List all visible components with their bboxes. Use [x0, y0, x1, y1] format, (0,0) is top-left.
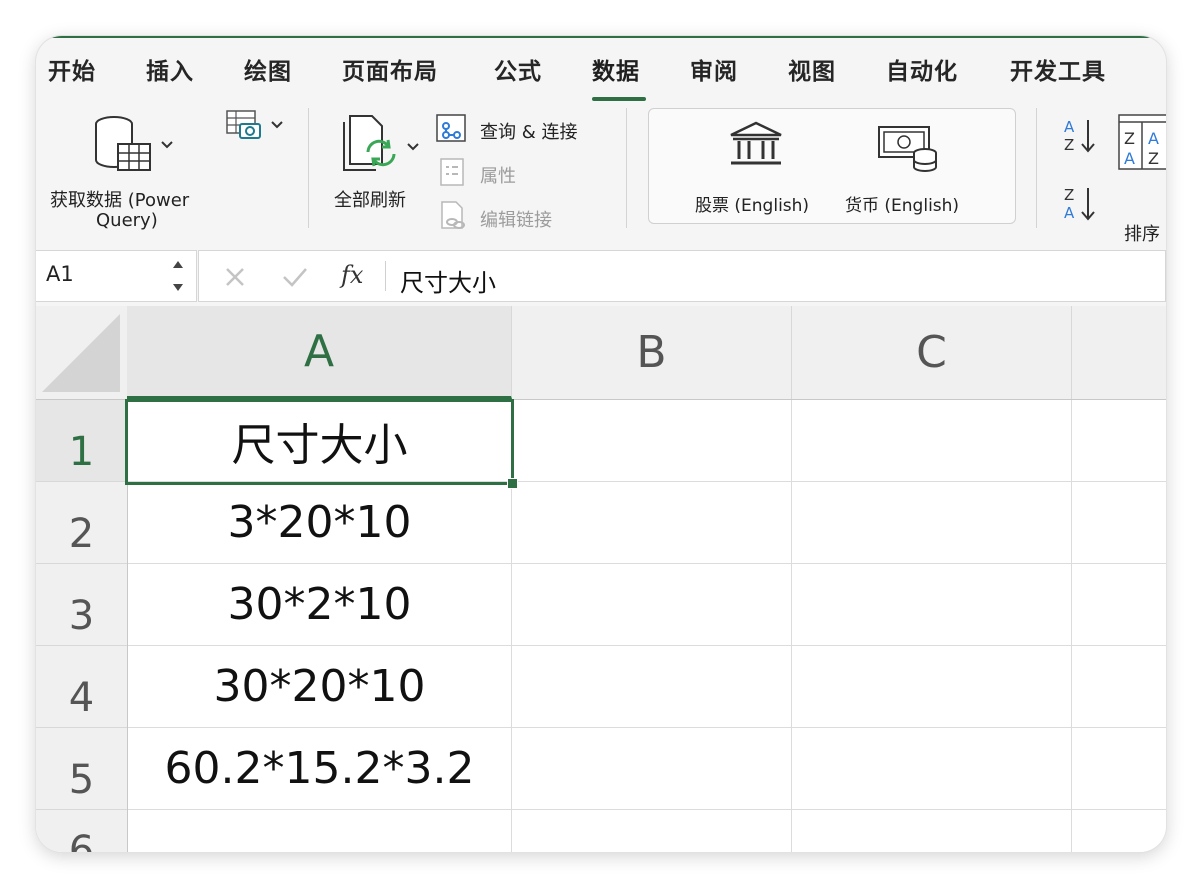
get-data-label-2: Query)	[96, 210, 158, 231]
sort-label: 排序	[1124, 224, 1160, 245]
column-header-d[interactable]	[1072, 306, 1166, 399]
select-all-triangle-icon	[42, 314, 120, 392]
properties-label: 属性	[480, 166, 516, 187]
cell-a3[interactable]: 30*2*10	[128, 564, 512, 646]
cancel-x-icon[interactable]	[223, 265, 247, 289]
queries-connections-label: 查询 & 连接	[480, 122, 578, 143]
svg-text:Z: Z	[1124, 129, 1135, 148]
name-box[interactable]: A1	[36, 250, 197, 302]
ribbon-tab-bar: 开始 插入 绘图 页面布局 公式 数据 审阅 视图 自动化 开发工具	[36, 46, 1166, 101]
queries-connections-icon	[436, 114, 466, 142]
active-tab-indicator	[592, 97, 646, 101]
svg-text:A: A	[1064, 118, 1075, 136]
window-accent-line	[36, 36, 1166, 38]
column-header-a[interactable]: A	[127, 306, 512, 399]
cell-c6[interactable]	[792, 810, 1072, 852]
sort-a-z-icon: A Z	[1064, 118, 1095, 154]
database-icon	[95, 116, 151, 171]
ribbon-divider	[308, 108, 309, 228]
name-box-value: A1	[46, 262, 74, 286]
tab-developer[interactable]: 开发工具	[1010, 52, 1106, 86]
refresh-document-icon	[343, 115, 396, 171]
cell-d5[interactable]	[1072, 728, 1166, 810]
worksheet-grid: A B C 1 2 3 4 5 6 尺寸大小 3*20*10 30*2*10 3…	[36, 306, 1166, 852]
get-data-label: 获取数据 (Power	[50, 190, 190, 211]
tab-data[interactable]: 数据	[592, 52, 640, 86]
cell-b2[interactable]	[512, 482, 792, 564]
tab-review[interactable]: 审阅	[690, 52, 738, 86]
ribbon-data-panel: 获取数据 (Power Query) 全部刷新 查询 & 连接 属性 编辑链接 …	[36, 102, 1166, 245]
svg-text:Z: Z	[1064, 136, 1074, 154]
svg-text:A: A	[1148, 129, 1159, 148]
fx-icon[interactable]: fx	[341, 261, 363, 289]
cell-a5[interactable]: 60.2*15.2*3.2	[128, 728, 512, 810]
row-header-3[interactable]: 3	[36, 564, 127, 646]
stepper-arrows-icon[interactable]	[170, 257, 186, 295]
svg-text:Z: Z	[1148, 149, 1159, 168]
row-header-5[interactable]: 5	[36, 728, 127, 810]
excel-window: 开始 插入 绘图 页面布局 公式 数据 审阅 视图 自动化 开发工具 获取数据 …	[36, 36, 1166, 852]
currencies-label: 货币 (English)	[845, 196, 960, 216]
row-header-6[interactable]: 6	[36, 810, 127, 852]
svg-text:Z: Z	[1064, 186, 1074, 204]
tab-draw[interactable]: 绘图	[244, 52, 292, 86]
cell-d3[interactable]	[1072, 564, 1166, 646]
ribbon-divider	[1036, 108, 1037, 228]
edit-links-icon	[441, 201, 465, 229]
tab-page-layout[interactable]: 页面布局	[342, 52, 438, 86]
cell-c5[interactable]	[792, 728, 1072, 810]
tab-home[interactable]: 开始	[48, 52, 96, 86]
sort-dialog-icon: Z A A Z	[1118, 114, 1166, 170]
cell-c4[interactable]	[792, 646, 1072, 728]
tab-automate[interactable]: 自动化	[886, 52, 958, 86]
currency-icon	[878, 126, 937, 172]
row-header-4[interactable]: 4	[36, 646, 127, 728]
tab-insert[interactable]: 插入	[146, 52, 194, 86]
svg-text:A: A	[1064, 204, 1075, 222]
chevron-down-icon	[271, 121, 283, 129]
cell-d4[interactable]	[1072, 646, 1166, 728]
properties-icon	[440, 158, 464, 186]
data-types-gallery: 股票 (English) 货币 (English)	[648, 108, 1016, 224]
chevron-down-icon	[161, 141, 173, 149]
cell-b1[interactable]	[512, 400, 792, 482]
cell-b6[interactable]	[512, 810, 792, 852]
sort-z-a-icon: Z A	[1064, 186, 1095, 222]
refresh-all-label: 全部刷新	[334, 190, 406, 211]
chevron-down-icon	[407, 143, 419, 151]
cell-a2[interactable]: 3*20*10	[128, 482, 512, 564]
cell-a6[interactable]	[128, 810, 512, 852]
cell-a4[interactable]: 30*20*10	[128, 646, 512, 728]
cell-d6[interactable]	[1072, 810, 1166, 852]
stocks-label: 股票 (English)	[695, 196, 810, 216]
row-header-1[interactable]: 1	[36, 400, 127, 482]
cell-a1[interactable]: 尺寸大小	[128, 400, 512, 482]
cell-b5[interactable]	[512, 728, 792, 810]
cell-d1[interactable]	[1072, 400, 1166, 482]
ribbon-divider	[626, 108, 627, 228]
formula-input[interactable]: 尺寸大小	[400, 263, 496, 298]
enter-check-icon[interactable]	[281, 265, 309, 289]
tab-view[interactable]: 视图	[788, 52, 836, 86]
select-all-corner[interactable]	[36, 306, 127, 399]
bank-icon	[730, 121, 782, 165]
column-header-b[interactable]: B	[512, 306, 792, 399]
cell-c1[interactable]	[792, 400, 1072, 482]
tab-formulas[interactable]: 公式	[494, 52, 542, 86]
fx-divider	[385, 261, 386, 291]
fill-handle[interactable]	[507, 478, 518, 489]
formula-input-area: fx	[198, 250, 1166, 302]
edit-links-label: 编辑链接	[480, 210, 552, 231]
cell-b3[interactable]	[512, 564, 792, 646]
column-header-c[interactable]: C	[792, 306, 1072, 399]
cell-c2[interactable]	[792, 482, 1072, 564]
cell-d2[interactable]	[1072, 482, 1166, 564]
table-camera-icon	[226, 110, 261, 139]
cell-b4[interactable]	[512, 646, 792, 728]
cell-c3[interactable]	[792, 564, 1072, 646]
formula-bar: A1 fx 尺寸大小	[36, 246, 1166, 302]
row-header-2[interactable]: 2	[36, 482, 127, 564]
svg-text:A: A	[1124, 149, 1135, 168]
